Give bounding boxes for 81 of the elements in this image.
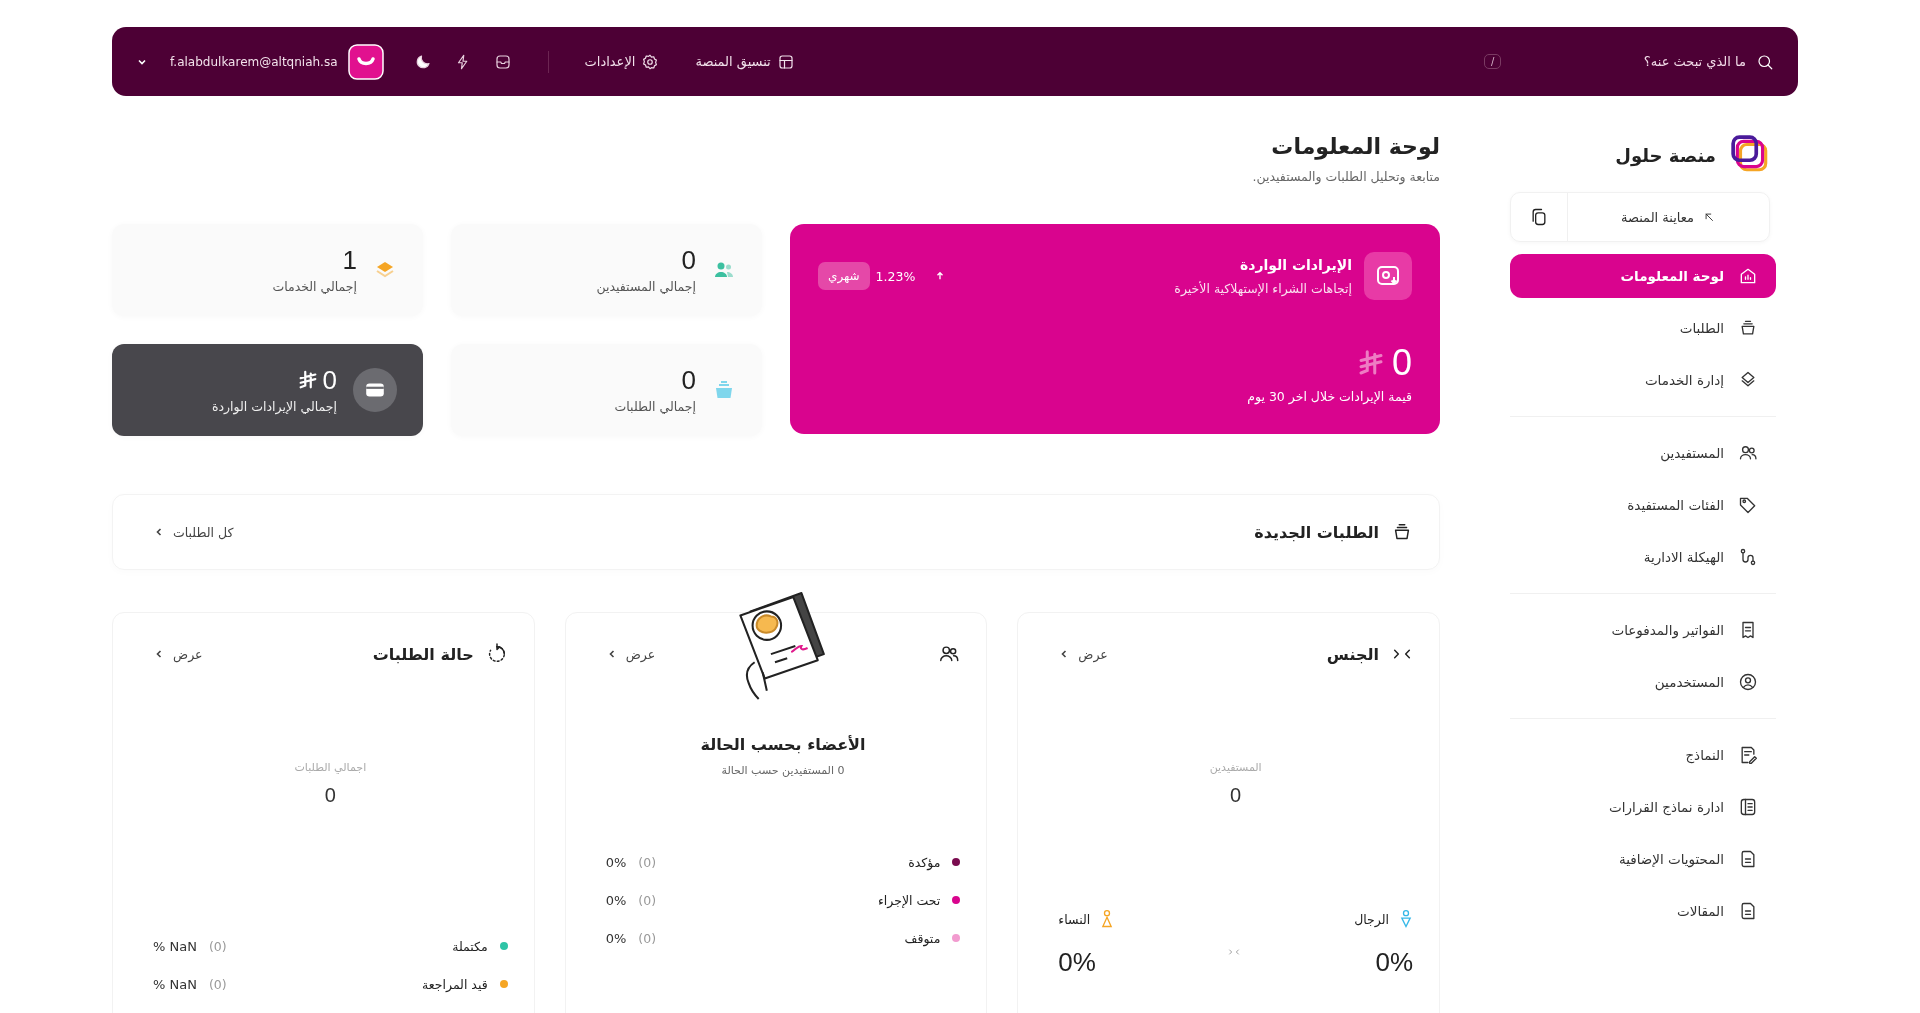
- user-email: f.alabdulkarem@altqniah.sa: [170, 54, 338, 69]
- stat-label: إجمالي المستفيدين: [596, 278, 696, 294]
- sidebar-item[interactable]: الفئات المستفيدة: [1510, 483, 1776, 527]
- stat-label: إجمالي الخدمات: [272, 278, 357, 294]
- revenue-caption: قيمة الإيرادات خلال اخر 30 يوم: [1246, 389, 1412, 404]
- brand-name: منصة حلول: [1615, 144, 1716, 166]
- legend-label: مكتملة: [452, 938, 488, 954]
- avatar-icon[interactable]: [347, 43, 384, 80]
- card-title: حالة الطلبات: [372, 644, 474, 664]
- sidebar-item[interactable]: المستخدمين: [1510, 660, 1776, 704]
- page-subtitle: متابعة وتحليل الطلبات والمستفيدين.: [1251, 169, 1440, 184]
- card-title: الجنس: [1326, 644, 1379, 664]
- revenue-title: الإيرادات الواردة: [1238, 256, 1352, 273]
- men-percent: 0%: [1375, 947, 1413, 978]
- stat-value: 0: [681, 366, 696, 393]
- view-link[interactable]: عرض: [605, 646, 656, 662]
- legend-percent: % NaN: [153, 938, 197, 954]
- sidebar-item[interactable]: المستفيدين: [1510, 431, 1776, 475]
- layout-icon: [776, 52, 795, 71]
- female-icon: [1100, 909, 1115, 929]
- sidebar-item[interactable]: إدارة الخدمات: [1510, 358, 1776, 402]
- legend-percent: 0%: [605, 930, 627, 946]
- stat-value: 0: [681, 246, 696, 273]
- list-icon: [1738, 797, 1758, 817]
- sidebar-item[interactable]: الهيكلة الادارية: [1510, 535, 1776, 579]
- sidebar-item[interactable]: ادارة نماذج القرارات: [1510, 785, 1776, 829]
- home-icon: [1738, 266, 1758, 286]
- women-percent: 0%: [1058, 947, 1096, 978]
- camera-icon: [1364, 252, 1412, 300]
- settings-link[interactable]: الإعدادات: [584, 52, 660, 71]
- view-link[interactable]: عرض: [1058, 646, 1108, 662]
- center-label: المستفيدين: [1209, 761, 1262, 774]
- layout-link[interactable]: تنسيق المنصة: [695, 52, 795, 71]
- revenue-value: 0: [1391, 345, 1412, 381]
- route-icon: [1738, 547, 1758, 567]
- sidebar-item[interactable]: الفواتير والمدفوعات: [1510, 608, 1776, 652]
- period-badge: شهري: [818, 262, 870, 290]
- view-link[interactable]: عرض: [153, 646, 203, 662]
- card-subtitle: 0 المستفيدين حسب الحالة: [720, 764, 846, 777]
- center-value: 0: [324, 784, 336, 807]
- legend-count: (0): [208, 976, 227, 992]
- legend-count: (0): [638, 892, 657, 908]
- revenue-change: 1.23%: [875, 268, 916, 284]
- all-orders-link[interactable]: كل الطلبات: [153, 524, 234, 540]
- legend-count: (0): [638, 930, 657, 946]
- stat-label: إجمالي الطلبات: [614, 398, 696, 414]
- center-value: 0: [1230, 784, 1242, 807]
- women-label: النساء: [1058, 911, 1091, 927]
- legend-count: (0): [638, 854, 657, 870]
- legend-label: قيد المراجعة: [422, 976, 488, 992]
- revenue-subtitle: إتجاهات الشراء الإستهلاكية الأخيرة: [1174, 280, 1352, 296]
- sidebar-item[interactable]: النماذج: [1510, 733, 1776, 777]
- tag-icon: [1738, 495, 1758, 515]
- settings-icon: [641, 52, 660, 71]
- inbox-icon[interactable]: [493, 52, 512, 71]
- arrow-up-icon: [935, 271, 946, 281]
- panel-title: الطلبات الجديدة: [1254, 522, 1379, 542]
- legend-percent: 0%: [605, 854, 627, 870]
- stat-label: إجمالي الإيرادات الواردة: [211, 398, 337, 414]
- search-field[interactable]: ما الذي تبحث عنه؟ /: [1484, 52, 1774, 71]
- legend-count: (0): [208, 938, 227, 954]
- sidebar-item[interactable]: المحتويات الإضافية: [1510, 837, 1776, 881]
- legend-label: تحت الإجراء: [877, 892, 941, 908]
- sidebar-item[interactable]: المقالات: [1510, 889, 1776, 933]
- page-title: لوحة المعلومات: [1270, 134, 1440, 159]
- legend-label: مؤكدة: [908, 854, 941, 870]
- search-icon: [1756, 52, 1774, 71]
- male-icon: [1399, 909, 1413, 929]
- stat-value: 1: [342, 246, 357, 273]
- legend-percent: 0%: [605, 892, 627, 908]
- sidebar-item[interactable]: الطلبات: [1510, 306, 1776, 350]
- card-title: الأعضاء بحسب الحالة: [699, 735, 867, 754]
- stat-value: 0: [322, 366, 337, 393]
- legend-percent: % NaN: [153, 976, 197, 992]
- legend-label: متوقف: [904, 930, 941, 946]
- user-circle-icon: [1738, 672, 1758, 692]
- center-label: اجمالي الطلبات: [294, 761, 367, 774]
- sidebar-item[interactable]: لوحة المعلومات: [1510, 254, 1776, 298]
- shortcut-key: /: [1484, 54, 1502, 69]
- men-label: الرجال: [1354, 911, 1389, 927]
- preview-button[interactable]: معاينة المنصة: [1567, 193, 1769, 241]
